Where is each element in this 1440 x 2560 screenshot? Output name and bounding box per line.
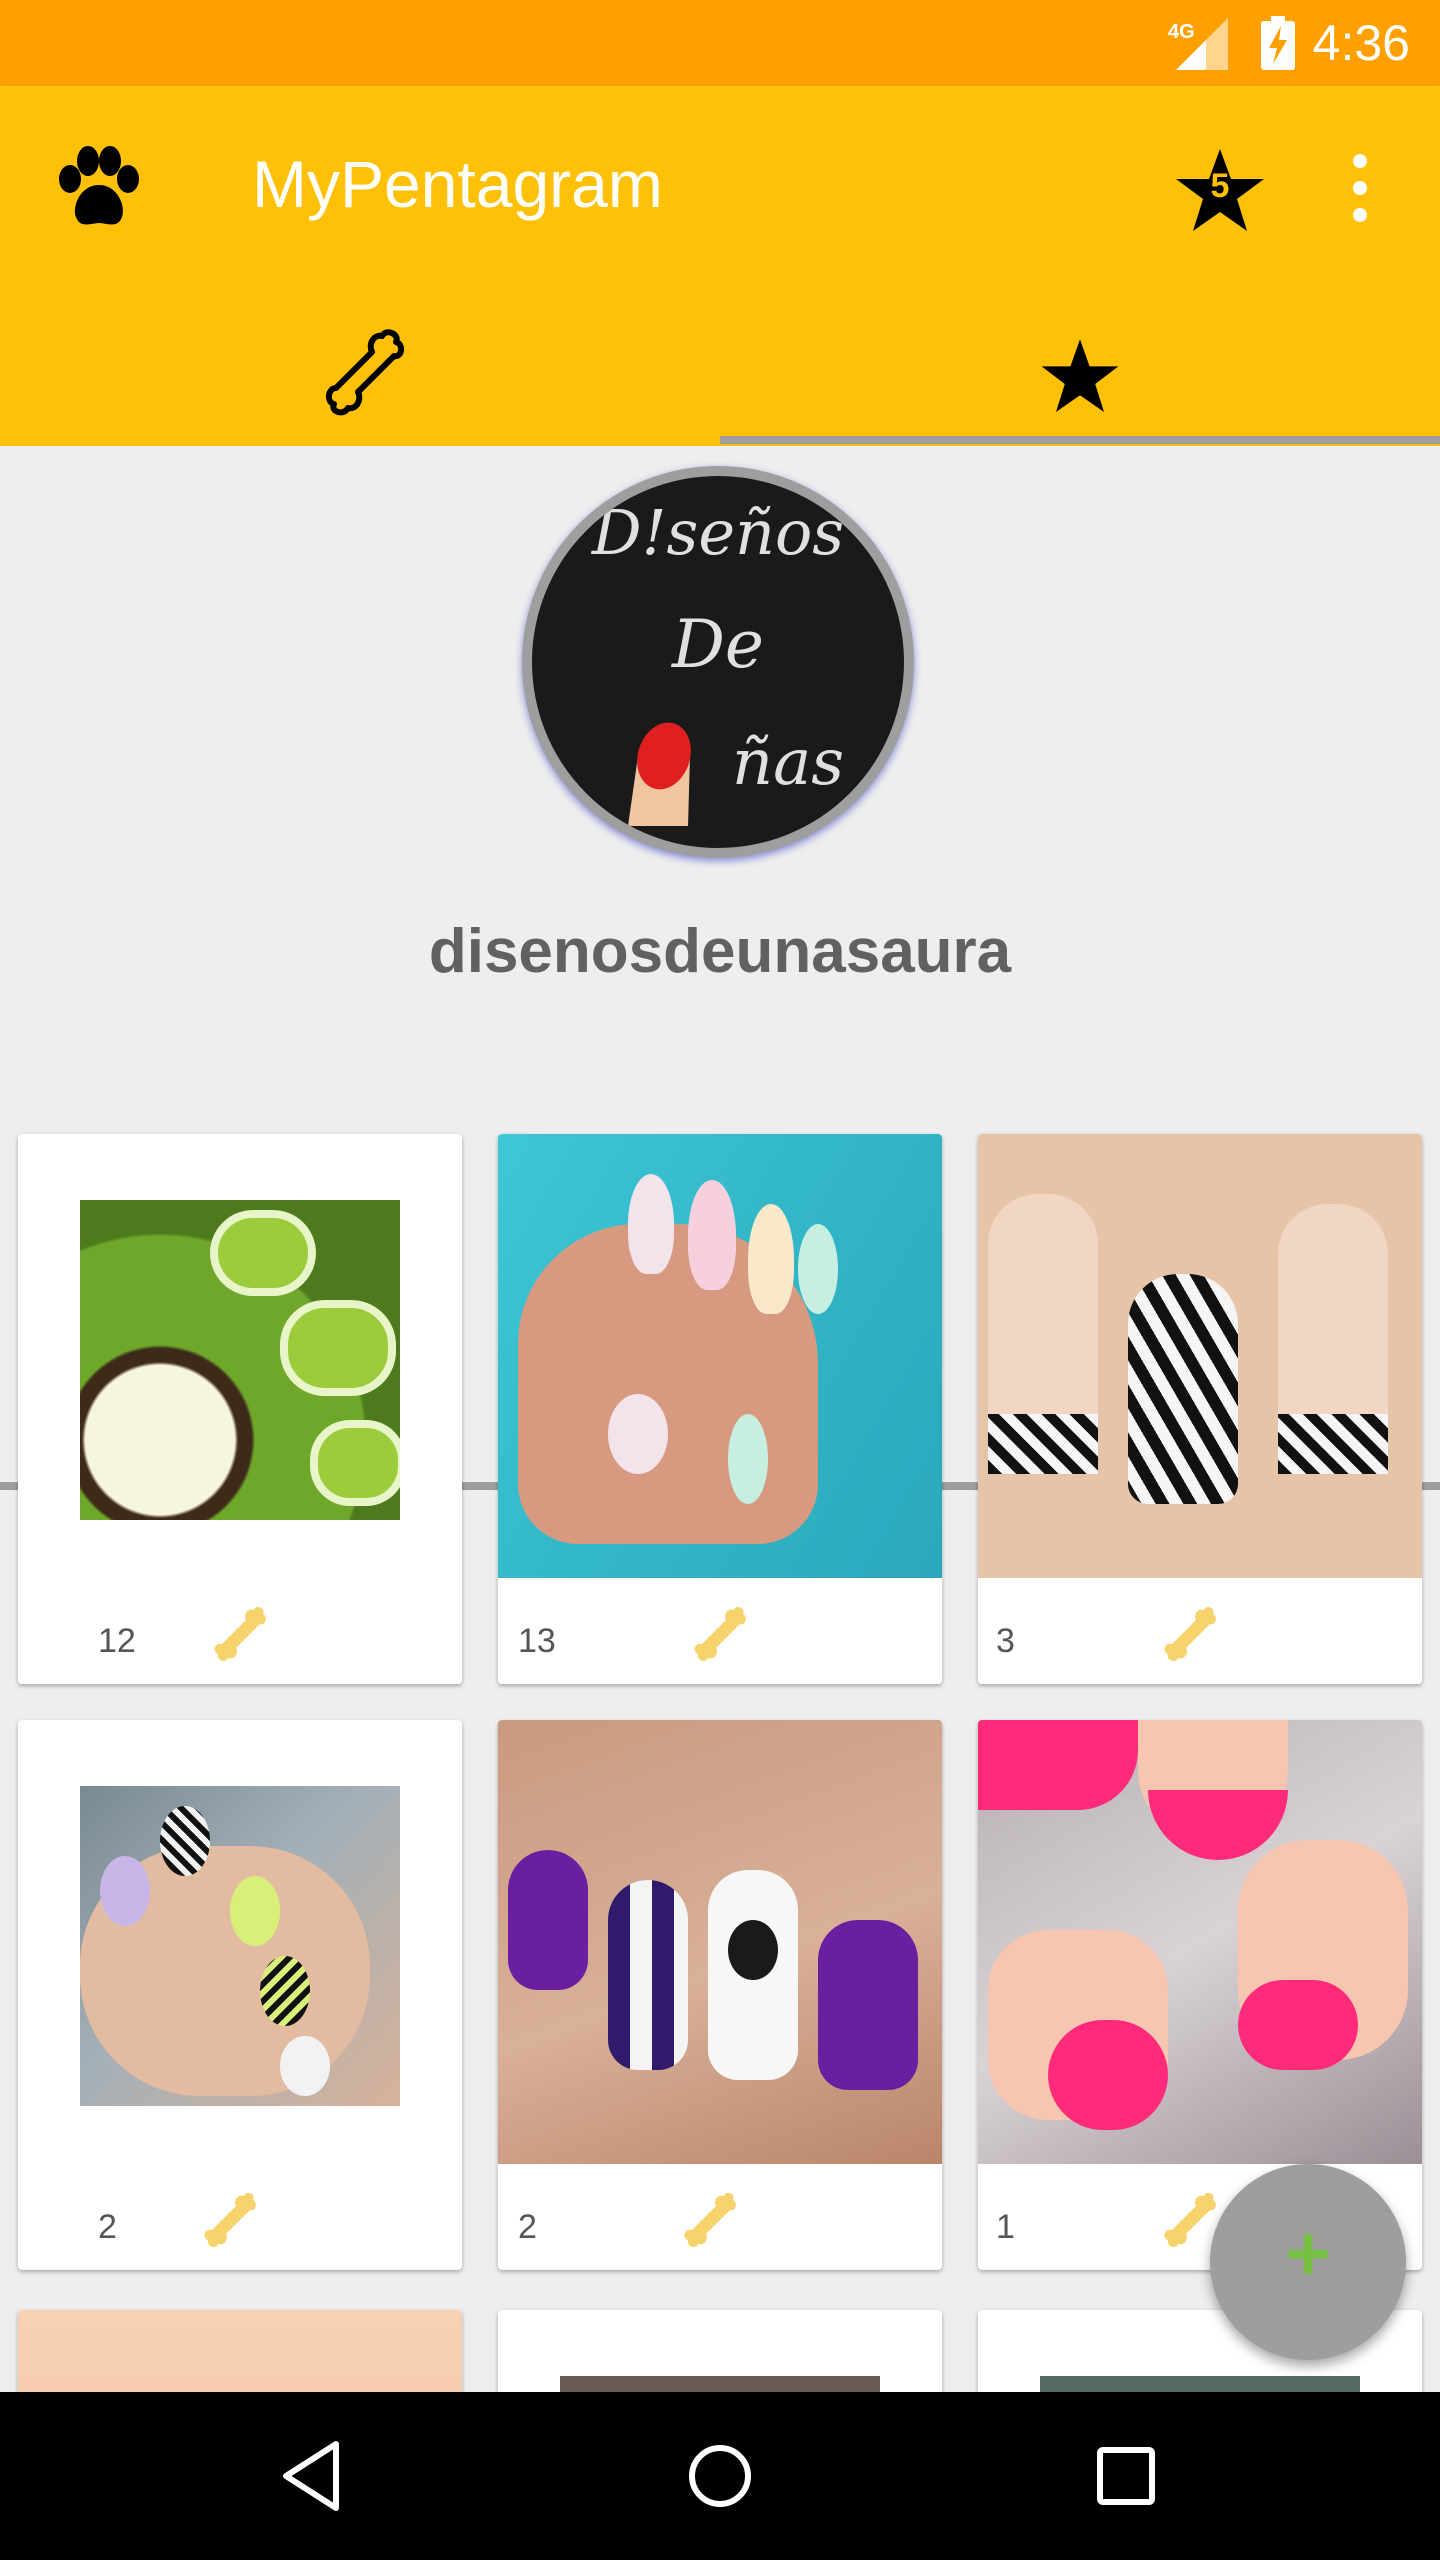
post-image-purple-nails [498,1720,942,2164]
favorites-button[interactable]: 5 [1170,141,1270,241]
recents-icon[interactable] [1086,2436,1166,2516]
post-card[interactable]: 2 [498,1720,942,2270]
bone-icon[interactable] [1158,1604,1218,1664]
app-bar: MyPentagram 5 [0,86,1440,446]
menu-dot [1353,208,1367,222]
avatar-text-line: ñas [731,726,845,800]
profile-header: D!seños De ñas disenosdeunasaura [0,446,1440,1490]
tab-favorites[interactable] [720,286,1440,446]
favorites-count: 5 [1210,167,1230,205]
like-count: 13 [518,1622,556,1660]
star-icon [1041,339,1119,412]
like-count: 2 [98,2208,117,2246]
post-card[interactable]: 13 [498,1134,942,1684]
tab-bone[interactable] [0,286,720,446]
like-count: 12 [98,1622,136,1660]
tab-indicator [720,436,1440,444]
like-count: 1 [996,2208,1015,2246]
like-count: 3 [996,1622,1015,1660]
back-icon[interactable] [274,2436,354,2516]
add-post-button[interactable]: + [1210,2164,1406,2360]
post-image-pattern-nails [80,1786,400,2106]
like-count: 2 [518,2208,537,2246]
bone-icon[interactable] [688,1604,748,1664]
avatar-text-line: De [672,606,764,683]
post-image-zebra-nails [978,1134,1422,1578]
app-title: MyPentagram [252,147,663,221]
post-image-pastel-nails [498,1134,942,1578]
bone-icon[interactable] [198,2190,258,2250]
battery-charging-icon [1261,16,1295,70]
username: disenosdeunasaura [428,917,1012,986]
network-type: 4G [1168,21,1195,43]
bone-icon [326,329,404,416]
clock: 4:36 [1312,15,1410,71]
post-image-pink-glitter-nails [978,1720,1422,2164]
bone-icon[interactable] [208,1604,268,1664]
avatar-text-line: D!seños [591,496,845,569]
post-card[interactable]: 2 [18,1720,462,2270]
status-bar: 4G 4:36 [0,0,1440,86]
overflow-menu-button[interactable] [1340,154,1380,234]
post-image-kiwi-nails [80,1200,400,1520]
menu-dot [1353,154,1367,168]
bone-icon[interactable] [1158,2190,1218,2250]
system-navigation-bar [0,2392,1440,2560]
paw-icon[interactable] [50,141,146,237]
tab-bar [0,286,1440,446]
menu-dot [1353,181,1367,195]
avatar[interactable]: D!seños De ñas [522,466,914,858]
bone-icon[interactable] [678,2190,738,2250]
post-card[interactable]: 3 [978,1134,1422,1684]
plus-icon: + [1285,2209,1331,2297]
post-card[interactable]: 12 [18,1134,462,1684]
signal-icon: 4G [1168,18,1228,70]
home-icon[interactable] [680,2436,760,2516]
